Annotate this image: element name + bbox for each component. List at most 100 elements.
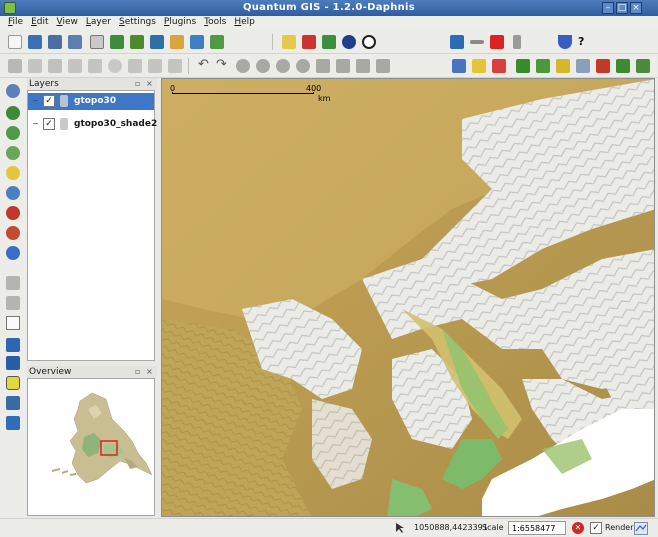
capture-line-button[interactable] — [66, 57, 84, 75]
map-canvas[interactable]: 0 400 km — [161, 78, 655, 517]
annotation-button[interactable] — [4, 374, 22, 392]
add-spatialite-button[interactable] — [168, 33, 186, 51]
stop-render-icon[interactable]: ✕ — [572, 522, 584, 534]
refresh-button[interactable] — [4, 244, 22, 262]
projection-icon[interactable] — [634, 522, 648, 535]
grass-open-mapset-button[interactable] — [514, 57, 532, 75]
measure-angle-button[interactable] — [508, 33, 526, 51]
maximize-button[interactable]: □ — [616, 2, 628, 14]
new-project-button[interactable] — [6, 33, 24, 51]
capture-point-button[interactable] — [26, 57, 44, 75]
grass-add-raster-button[interactable] — [554, 57, 572, 75]
cut-features-button[interactable] — [126, 57, 144, 75]
delete-part-button[interactable] — [314, 57, 332, 75]
render-checkbox[interactable]: ✓ — [590, 522, 602, 534]
zoom-layer-button[interactable] — [4, 184, 22, 202]
merge-features-button[interactable] — [374, 57, 392, 75]
float-panel-icon[interactable]: ▫ — [135, 79, 140, 88]
identify-button[interactable] — [450, 57, 468, 75]
add-vector-button[interactable] — [108, 33, 126, 51]
identify-icon — [452, 59, 466, 73]
split-features-button[interactable] — [354, 57, 372, 75]
deselect-button[interactable] — [490, 57, 508, 75]
overview-alaska-map — [51, 392, 153, 484]
add-raster-button[interactable] — [128, 33, 146, 51]
grass-add-vector-button[interactable] — [534, 57, 552, 75]
measure-line-button[interactable] — [468, 33, 486, 51]
print-button[interactable] — [88, 33, 106, 51]
cursor-position-icon[interactable] — [394, 522, 406, 534]
toggle-editing-button[interactable] — [6, 57, 24, 75]
zoom-selection-button[interactable] — [4, 164, 22, 182]
grass-tools-button[interactable] — [614, 57, 632, 75]
open-project-button[interactable] — [26, 33, 44, 51]
close-panel-icon[interactable]: × — [146, 367, 153, 376]
add-island-button[interactable] — [274, 57, 292, 75]
grass-edit-button[interactable] — [594, 57, 612, 75]
menu-edit[interactable]: Edit — [27, 16, 52, 30]
layer-item-gtopo30[interactable]: − ✓ gtopo30 — [28, 93, 154, 110]
move-feature-button[interactable] — [46, 57, 64, 75]
show-all-layers-button[interactable] — [280, 33, 298, 51]
overview-map[interactable] — [27, 378, 155, 516]
table-icon — [6, 316, 20, 330]
gps-button[interactable] — [4, 394, 22, 412]
grass-region-button[interactable] — [634, 57, 652, 75]
expander-icon[interactable]: − — [32, 96, 39, 105]
capture-polygon-button[interactable] — [86, 57, 104, 75]
digitize-button[interactable] — [4, 274, 22, 292]
measure-area-button[interactable] — [488, 33, 506, 51]
new-vector-button[interactable] — [208, 33, 226, 51]
add-attribute-button[interactable] — [4, 294, 22, 312]
undo-button[interactable]: ↶ — [196, 57, 214, 75]
map-tips-button[interactable] — [360, 33, 378, 51]
redo-button[interactable]: ↷ — [214, 57, 232, 75]
menu-help[interactable]: Help — [230, 16, 259, 30]
layer-visibility-checkbox[interactable]: ✓ — [43, 95, 55, 107]
save-as-button[interactable] — [66, 33, 84, 51]
simplify-button[interactable] — [234, 57, 252, 75]
save-as-image-button[interactable] — [448, 33, 466, 51]
menu-plugins[interactable]: Plugins — [160, 16, 200, 30]
add-wfs-button[interactable] — [4, 336, 22, 354]
delete-ring-button[interactable] — [294, 57, 312, 75]
zoom-out-button[interactable] — [4, 124, 22, 142]
expander-icon[interactable]: − — [32, 119, 39, 128]
paste-features-button[interactable] — [166, 57, 184, 75]
layer-item-gtopo30-shade2[interactable]: − ✓ gtopo30_shade2 — [28, 116, 157, 133]
add-ring-button[interactable] — [254, 57, 272, 75]
toggle-overview-button[interactable] — [340, 33, 358, 51]
add-wms-button[interactable] — [188, 33, 206, 51]
menu-view[interactable]: View — [53, 16, 82, 30]
reshape-button[interactable] — [334, 57, 352, 75]
zoom-full-button[interactable] — [4, 144, 22, 162]
add-layer-button[interactable] — [320, 33, 338, 51]
add-delimited-button[interactable] — [4, 354, 22, 372]
select-button[interactable] — [470, 57, 488, 75]
menu-file[interactable]: File — [4, 16, 27, 30]
close-button[interactable]: × — [630, 2, 642, 14]
float-panel-icon[interactable]: ▫ — [135, 367, 140, 376]
zoom-last-button[interactable] — [4, 204, 22, 222]
magnet-button[interactable] — [556, 33, 574, 51]
attribute-table-button[interactable] — [4, 314, 22, 332]
layer-visibility-checkbox[interactable]: ✓ — [43, 118, 55, 130]
delete-selected-button[interactable] — [106, 57, 124, 75]
remove-layer-button[interactable] — [300, 33, 318, 51]
copy-features-button[interactable] — [146, 57, 164, 75]
menu-layer[interactable]: Layer — [82, 16, 115, 30]
grass-new-vector-button[interactable] — [574, 57, 592, 75]
whats-this-button[interactable]: ? — [576, 33, 594, 51]
close-panel-icon[interactable]: × — [146, 79, 153, 88]
add-postgis-button[interactable] — [148, 33, 166, 51]
zoom-next-button[interactable] — [4, 224, 22, 242]
minimize-button[interactable]: – — [602, 2, 614, 14]
georeferencer-button[interactable] — [4, 414, 22, 432]
scale-input[interactable] — [508, 521, 566, 535]
pan-button[interactable] — [4, 82, 22, 100]
zoom-in-button[interactable] — [4, 104, 22, 122]
menu-tools[interactable]: Tools — [200, 16, 230, 30]
menu-settings[interactable]: Settings — [115, 16, 160, 30]
copy-icon — [148, 59, 162, 73]
save-project-button[interactable] — [46, 33, 64, 51]
